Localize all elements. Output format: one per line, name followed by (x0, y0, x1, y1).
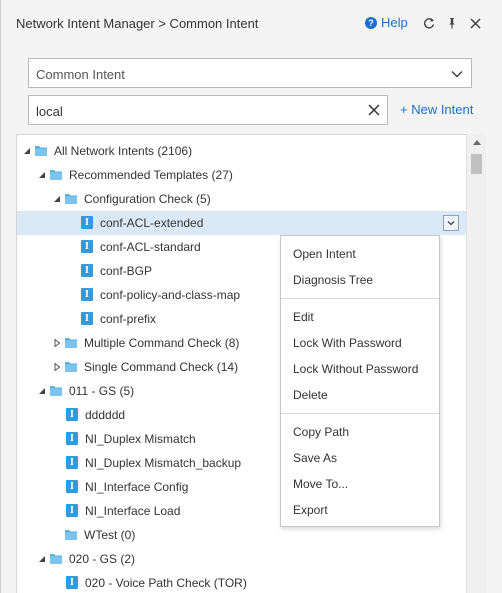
tree-node-label: conf-policy-and-class-map (100, 288, 241, 302)
help-icon: ? (365, 16, 377, 29)
tree-node-intent[interactable]: I conf-ACL-extended (17, 211, 467, 235)
folder-icon (65, 530, 77, 540)
menu-divider (281, 298, 439, 299)
tree-node-label: Recommended Templates (27) (69, 168, 233, 182)
tree-node-label: NI_Interface Config (85, 480, 189, 494)
chevron-down-icon (447, 221, 455, 226)
row-dropdown-button[interactable] (443, 215, 459, 231)
chevron-down-icon (451, 70, 463, 78)
tree-node-label: Single Command Check (14) (84, 360, 239, 374)
new-intent-link[interactable]: + New Intent (400, 102, 473, 117)
expanded-arrow-icon[interactable] (38, 555, 46, 563)
tree-node-label: Configuration Check (5) (84, 192, 211, 206)
intent-icon: I (66, 456, 78, 469)
tree-node-label: All Network Intents (2106) (54, 144, 193, 158)
clear-search-icon[interactable] (367, 103, 381, 117)
intent-icon: I (66, 576, 78, 589)
menu-item-diagnosis-tree[interactable]: Diagnosis Tree (293, 273, 373, 287)
tree-node-label: conf-ACL-standard (100, 240, 201, 254)
collapsed-arrow-icon[interactable] (53, 339, 61, 347)
menu-item-lock-without-password[interactable]: Lock Without Password (293, 362, 418, 376)
expanded-arrow-icon[interactable] (38, 171, 46, 179)
scroll-thumb[interactable] (471, 154, 482, 174)
tree-node-label: NI_Duplex Mismatch_backup (85, 456, 242, 470)
tree-node-configuration-check[interactable]: Configuration Check (5) (17, 187, 467, 211)
intent-icon: I (81, 240, 93, 253)
expanded-arrow-icon[interactable] (38, 387, 46, 395)
tree-node-all-intents[interactable]: All Network Intents (2106) (17, 139, 467, 163)
close-icon[interactable] (467, 15, 483, 31)
folder-icon (50, 170, 62, 180)
menu-item-delete[interactable]: Delete (293, 388, 328, 402)
tree-node-label: 011 - GS (5) (69, 384, 135, 398)
category-select-value: Common Intent (36, 67, 125, 82)
tree-node-label: conf-ACL-extended (100, 216, 204, 230)
folder-icon (35, 146, 47, 156)
menu-item-edit[interactable]: Edit (293, 310, 314, 324)
menu-item-move-to[interactable]: Move To... (293, 477, 348, 491)
menu-item-export[interactable]: Export (293, 503, 328, 517)
tree-scrollbar[interactable] (466, 134, 486, 593)
help-link[interactable]: ? Help (365, 15, 408, 30)
tree-node-label: dddddd (85, 408, 126, 422)
refresh-icon[interactable] (421, 15, 437, 31)
folder-icon (65, 338, 77, 348)
intent-panel: Network Intent Manager > Common Intent ?… (0, 0, 502, 593)
tree-node-label: conf-prefix (100, 312, 157, 326)
intent-context-menu: Open Intent Diagnosis Tree Edit Lock Wit… (280, 235, 440, 527)
folder-icon (50, 554, 62, 564)
folder-icon (65, 194, 77, 204)
collapsed-arrow-icon[interactable] (53, 363, 61, 371)
tree-node-intent[interactable]: I 020 - Voice Path Check (TOR) (17, 571, 467, 593)
tree-node-label: NI_Interface Load (85, 504, 181, 518)
menu-item-copy-path[interactable]: Copy Path (293, 425, 349, 439)
intent-icon: I (81, 288, 93, 301)
breadcrumb-title: Network Intent Manager > Common Intent (16, 16, 259, 31)
intent-icon: I (66, 432, 78, 445)
intent-icon: I (81, 216, 93, 229)
folder-icon (50, 386, 62, 396)
menu-item-save-as[interactable]: Save As (293, 451, 337, 465)
scroll-up-arrow-icon[interactable] (473, 140, 481, 145)
expanded-arrow-icon[interactable] (23, 147, 31, 155)
menu-divider (281, 413, 439, 414)
tree-node-label: conf-BGP (100, 264, 153, 278)
panel-header: Network Intent Manager > Common Intent ?… (1, 0, 502, 46)
search-box (28, 95, 388, 125)
intent-icon: I (66, 504, 78, 517)
intent-icon: I (81, 264, 93, 277)
search-input[interactable] (36, 103, 356, 119)
help-label: Help (381, 15, 408, 30)
intent-icon: I (66, 408, 78, 421)
category-select[interactable]: Common Intent (28, 58, 472, 88)
tree-node-label: 020 - Voice Path Check (TOR) (85, 576, 247, 590)
intent-icon: I (66, 480, 78, 493)
expanded-arrow-icon[interactable] (53, 195, 61, 203)
tree-node-label: NI_Duplex Mismatch (85, 432, 196, 446)
intent-icon: I (81, 312, 93, 325)
folder-icon (65, 362, 77, 372)
tree-node-label: WTest (0) (84, 528, 136, 542)
tree-node-020-gs[interactable]: 020 - GS (2) (17, 547, 467, 571)
tree-node-label: 020 - GS (2) (69, 552, 136, 566)
pin-icon[interactable] (444, 15, 460, 31)
tree-node-recommended-templates[interactable]: Recommended Templates (27) (17, 163, 467, 187)
menu-item-open-intent[interactable]: Open Intent (293, 247, 356, 261)
menu-item-lock-with-password[interactable]: Lock With Password (293, 336, 402, 350)
tree-node-label: Multiple Command Check (8) (84, 336, 240, 350)
